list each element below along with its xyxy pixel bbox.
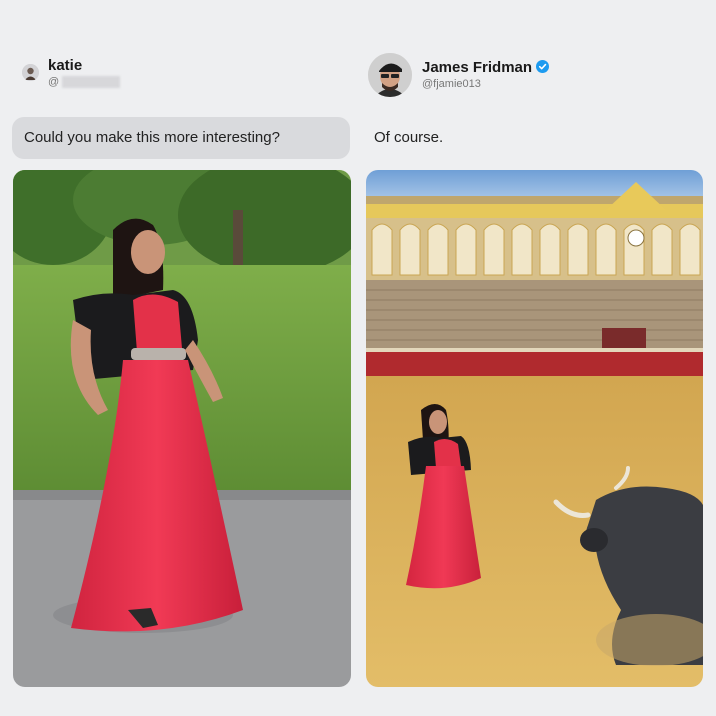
left-user-header: katie @ (22, 57, 121, 89)
james-fridman-name: James Fridman (422, 59, 533, 76)
katie-username[interactable]: katie (48, 57, 120, 75)
reply-message-text: Of course. (374, 129, 444, 146)
james-fridman-username[interactable]: James Fridman (422, 59, 550, 77)
katie-avatar[interactable] (22, 63, 39, 81)
james-fridman-avatar[interactable] (368, 53, 412, 97)
verified-check-icon (536, 60, 550, 73)
request-message-text: Could you make this more interesting? (24, 129, 280, 146)
original-photo[interactable] (13, 170, 351, 687)
right-user-header: James Fridman @fjamie013 (368, 53, 550, 97)
katie-handle: @ (48, 76, 60, 88)
blurred-handle (62, 76, 121, 88)
edited-photo[interactable] (366, 170, 703, 687)
request-message-bubble: Could you make this more interesting? (12, 117, 350, 159)
james-fridman-handle: @fjamie013 (422, 78, 481, 90)
